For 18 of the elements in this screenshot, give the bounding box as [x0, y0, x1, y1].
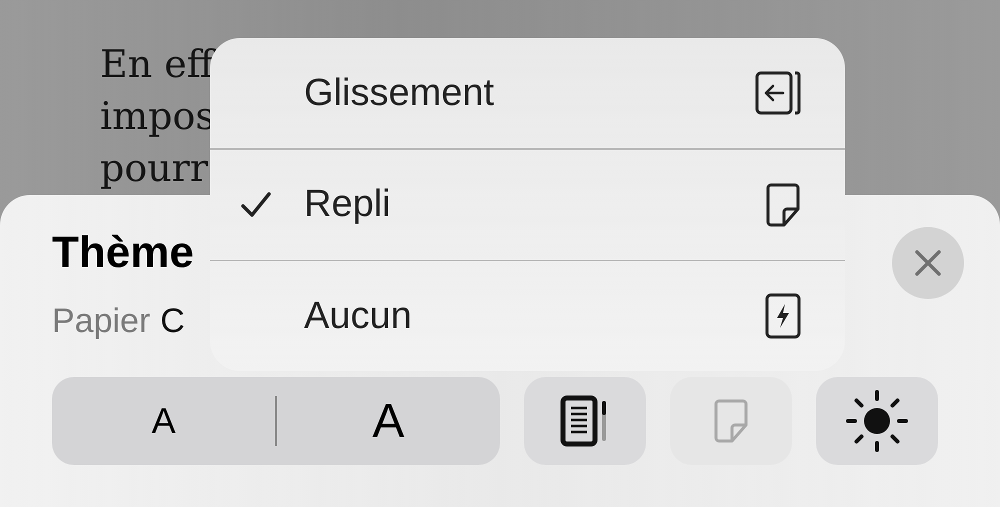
book-text-line: pourr [100, 145, 208, 192]
brightness-icon [845, 389, 909, 453]
page-curl-icon [713, 398, 749, 444]
font-size-button[interactable]: A [276, 377, 500, 465]
book-text-line: impos [100, 93, 215, 140]
menu-item[interactable]: Repli [210, 150, 845, 260]
theme-subtitle: C [160, 301, 185, 341]
lightning-page-icon [765, 293, 801, 339]
close-icon [913, 248, 943, 278]
menu-item[interactable]: Aucun [210, 261, 845, 371]
checkmark-icon [240, 190, 272, 218]
theme-subtitle: Papier [52, 301, 150, 341]
brightness-button[interactable] [816, 377, 938, 465]
sheet-title: Thème [52, 227, 194, 279]
page-slide-icon [755, 71, 801, 115]
scroll-button[interactable] [524, 377, 646, 465]
page-curl-icon [765, 182, 801, 228]
font-size-button[interactable]: A [52, 377, 276, 465]
